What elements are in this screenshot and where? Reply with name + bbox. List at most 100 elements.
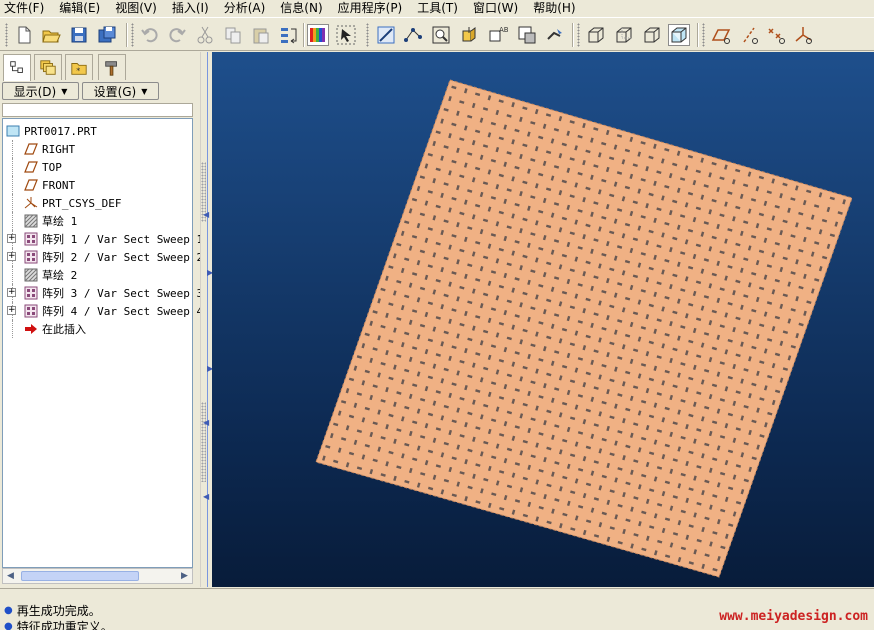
model-tree: PRT0017.PRT RIGHT TOP FRONT PRT_CSYS_DEF 草绘 1…: [2, 118, 203, 568]
menu-item[interactable]: 分析(A): [224, 1, 266, 15]
app-window: 文件(F) 编辑(E) 视图(V) 插入(I) 分析(A) 信息(N) 应用程序(P) 工具(…: [0, 0, 874, 630]
tree-connector: [12, 158, 13, 176]
cut-icon[interactable]: [194, 24, 216, 46]
pattern-icon: [24, 286, 38, 300]
wireframe-icon[interactable]: [585, 24, 607, 46]
tree-item-label: 草绘 1: [42, 215, 78, 228]
tree-item[interactable]: RIGHT: [3, 140, 193, 158]
open-folder-icon[interactable]: [40, 24, 62, 46]
toolbar-grip[interactable]: [131, 23, 134, 47]
shading-icon[interactable]: [668, 24, 690, 46]
copy-icon[interactable]: [222, 24, 244, 46]
layer-tab[interactable]: [34, 54, 62, 80]
toolbar-grip[interactable]: [366, 23, 369, 47]
expand-plus-icon[interactable]: +: [7, 234, 16, 243]
toolbar-grip[interactable]: [577, 23, 580, 47]
status-message: ● 再生成功完成。: [4, 602, 101, 619]
save-icon[interactable]: [68, 24, 90, 46]
redo-icon[interactable]: [166, 24, 188, 46]
watermark: www.meiyadesign.com: [719, 609, 868, 624]
named-view-icon[interactable]: [516, 24, 538, 46]
menu-item[interactable]: 编辑(E): [59, 1, 100, 15]
pattern-icon: [24, 304, 38, 318]
tree-item[interactable]: 草绘 1: [3, 212, 193, 230]
tree-column-header: [2, 103, 193, 117]
tree-item-label: FRONT: [42, 178, 76, 192]
save-copy-icon[interactable]: [96, 24, 118, 46]
woven-mesh-model[interactable]: [212, 52, 874, 587]
tree-item-label: TOP: [42, 160, 62, 174]
menu-item[interactable]: 插入(I): [172, 1, 209, 15]
show-button-label: 显示(D): [13, 84, 57, 99]
menu-item[interactable]: 文件(F): [4, 1, 44, 15]
svg-text:AB: AB: [499, 26, 508, 34]
tree-item[interactable]: 草绘 2: [3, 266, 193, 284]
svg-text:*: *: [76, 65, 80, 75]
menu-item[interactable]: 工具(T): [417, 1, 458, 15]
menu-item[interactable]: 应用程序(P): [338, 1, 403, 15]
datum-plane-display-icon[interactable]: [710, 24, 732, 46]
scrollbar-thumb[interactable]: [21, 571, 139, 581]
point-display-icon[interactable]: [765, 24, 787, 46]
menu-item[interactable]: 信息(N): [280, 1, 322, 15]
expand-plus-icon[interactable]: +: [7, 288, 16, 297]
status-message: ● 特征成功重定义。: [4, 618, 113, 630]
toolbar-grip[interactable]: [702, 23, 705, 47]
tree-item[interactable]: FRONT: [3, 176, 193, 194]
toolbar-grip[interactable]: [5, 23, 8, 47]
scroll-left-icon[interactable]: ◀: [4, 570, 17, 582]
sketch-icon[interactable]: [375, 24, 397, 46]
tree-item[interactable]: TOP: [3, 158, 193, 176]
toolbar-separator: [303, 23, 305, 47]
no-hidden-icon[interactable]: [641, 24, 663, 46]
tree-item[interactable]: + 阵列 1 / Var Sect Sweep 1: [3, 230, 203, 248]
model-tree-tab[interactable]: [3, 54, 31, 81]
bullet-icon: ●: [4, 605, 13, 616]
collapse-left-icon[interactable]: ◀: [203, 418, 209, 427]
select-arrow-icon[interactable]: [335, 24, 357, 46]
settings-button[interactable]: 设置(G) ▼: [82, 82, 159, 100]
tree-connector: [12, 320, 13, 338]
csys-display-icon[interactable]: [792, 24, 814, 46]
paste-icon[interactable]: [250, 24, 272, 46]
collapse-left-icon[interactable]: ◀: [203, 492, 209, 501]
scroll-right-icon[interactable]: ▶: [178, 570, 191, 582]
horizontal-scrollbar[interactable]: ◀ ▶: [2, 568, 193, 584]
reorient-icon[interactable]: [458, 24, 480, 46]
tree-item-label: 阵列 2 / Var Sect Sweep 2: [42, 251, 204, 264]
hidden-line-icon[interactable]: [613, 24, 635, 46]
tree-item-label: 在此插入: [42, 323, 86, 336]
show-button[interactable]: 显示(D) ▼: [2, 82, 79, 100]
panel-splitter[interactable]: ◀ ▶ ▶ ◀ ◀: [200, 52, 213, 587]
tree-item-label: 阵列 4 / Var Sect Sweep 4: [42, 305, 204, 318]
csys-icon: [24, 196, 38, 210]
part-icon: [6, 124, 20, 138]
expand-plus-icon[interactable]: +: [7, 306, 16, 315]
hammer-icon: [105, 60, 117, 76]
tree-item[interactable]: + 阵列 2 / Var Sect Sweep 2: [3, 248, 203, 266]
tree-item[interactable]: PRT_CSYS_DEF: [3, 194, 193, 212]
layer-icon: [40, 59, 56, 75]
menu-item[interactable]: 帮助(H): [533, 1, 575, 15]
graphics-viewport[interactable]: [212, 52, 874, 587]
menu-item[interactable]: 窗口(W): [473, 1, 518, 15]
tree-item[interactable]: 在此插入: [3, 320, 193, 338]
regenerate-icon[interactable]: [278, 24, 300, 46]
favorites-tab[interactable]: *: [65, 54, 93, 80]
tree-item[interactable]: + 阵列 4 / Var Sect Sweep 4: [3, 302, 203, 320]
collapse-left-icon[interactable]: ◀: [203, 210, 209, 219]
datum-point-icon[interactable]: [402, 24, 424, 46]
tree-item[interactable]: PRT0017.PRT: [3, 122, 193, 140]
expand-plus-icon[interactable]: +: [7, 252, 16, 261]
spin-center-icon[interactable]: [544, 24, 566, 46]
tree-item[interactable]: + 阵列 3 / Var Sect Sweep 3: [3, 284, 203, 302]
datum-axis-display-icon[interactable]: [738, 24, 760, 46]
zoom-window-icon[interactable]: [430, 24, 452, 46]
color-palette-icon[interactable]: [307, 24, 329, 46]
saved-views-icon[interactable]: AB: [487, 24, 509, 46]
tree-item-label: PRT_CSYS_DEF: [42, 196, 122, 210]
new-file-icon[interactable]: [13, 24, 35, 46]
tools-tab[interactable]: [98, 54, 126, 80]
menu-item[interactable]: 视图(V): [115, 1, 157, 15]
undo-icon[interactable]: [139, 24, 161, 46]
